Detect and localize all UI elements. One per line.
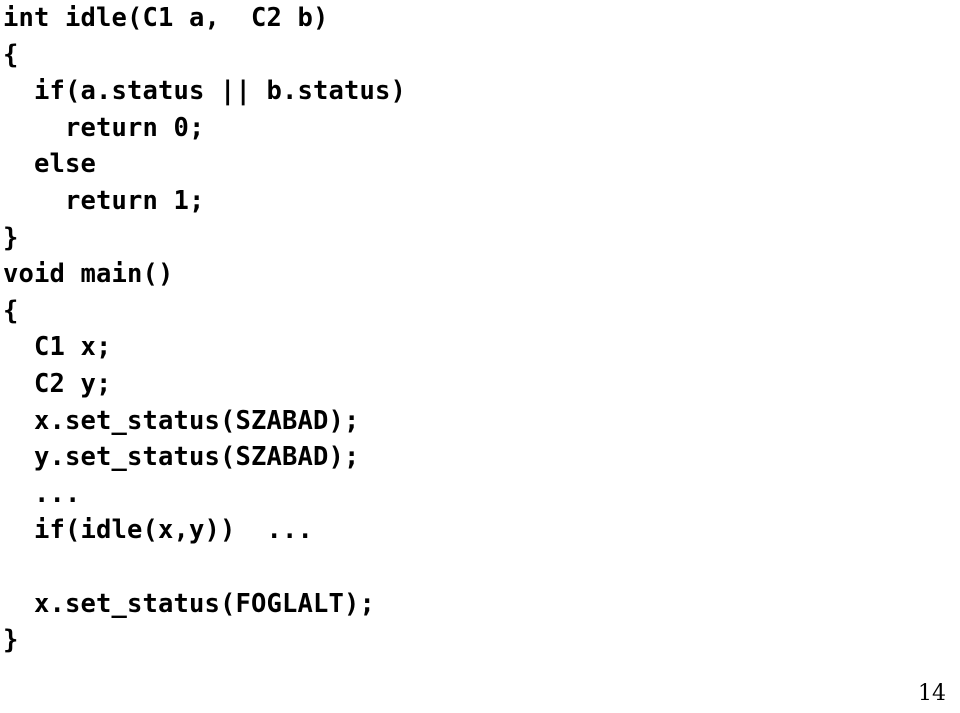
code-line: C2 y; [3,368,112,399]
code-line: x.set_status(FOGLALT); [3,588,376,619]
code-line: return 1; [3,185,205,216]
code-line: return 0; [3,112,205,143]
code-line: if(a.status || b.status) [3,76,407,107]
code-line: { [3,295,19,326]
code-block: int idle(C1 a, C2 b) { if(a.status || b.… [3,0,943,659]
code-line: } [3,625,19,656]
page-number: 14 [918,681,946,706]
code-line: { [3,39,19,70]
code-line: void main() [3,259,174,290]
code-line: x.set_status(SZABAD); [3,405,360,436]
code-line: } [3,222,19,253]
code-line: ... [3,478,81,509]
code-line: y.set_status(SZABAD); [3,442,360,473]
code-line: else [3,149,97,180]
code-line: if(idle(x,y)) ... [3,515,314,546]
code-line: int idle(C1 a, C2 b) [3,3,329,33]
code-line: C1 x; [3,332,112,363]
slide: int idle(C1 a, C2 b) { if(a.status || b.… [0,0,960,713]
